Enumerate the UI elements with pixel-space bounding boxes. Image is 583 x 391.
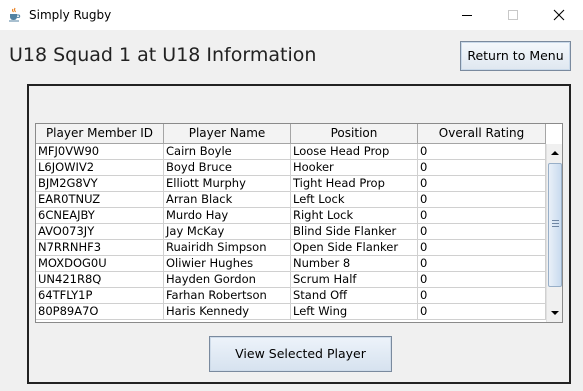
cell-position: Scrum Half <box>291 272 418 287</box>
java-cup-icon <box>7 7 22 22</box>
scroll-thumb[interactable] <box>548 163 562 287</box>
cell-position: Right Lock <box>291 208 418 223</box>
column-header-overall-rating[interactable]: Overall Rating <box>418 124 546 143</box>
cell-member-id: UN421R8Q <box>36 272 164 287</box>
cell-member-id: MFJ0VW90 <box>36 144 164 159</box>
minimize-button[interactable] <box>444 0 490 30</box>
player-table: Player Member ID Player Name Position Ov… <box>35 123 563 323</box>
arrow-down-icon <box>551 311 559 315</box>
cell-member-id: 6CNEAJBY <box>36 208 164 223</box>
cell-overall-rating: 0 <box>418 288 546 303</box>
cell-player-name: Oliwier Hughes <box>164 256 291 271</box>
maximize-button[interactable] <box>490 0 536 30</box>
cell-position: Tight Head Prop <box>291 176 418 191</box>
cell-overall-rating: 0 <box>418 272 546 287</box>
arrow-up-icon <box>551 151 559 155</box>
table-row[interactable]: UN421R8Q Hayden Gordon Scrum Half 0 <box>36 272 546 288</box>
table-row[interactable]: 6CNEAJBY Murdo Hay Right Lock 0 <box>36 208 546 224</box>
cell-player-name: Hayden Gordon <box>164 272 291 287</box>
cell-overall-rating: 0 <box>418 160 546 175</box>
column-header-position[interactable]: Position <box>291 124 418 143</box>
cell-position: Blind Side Flanker <box>291 224 418 239</box>
table-body: MFJ0VW90 Cairn Boyle Loose Head Prop 0 L… <box>36 144 546 320</box>
cell-player-name: Jay McKay <box>164 224 291 239</box>
cell-player-name: Cairn Boyle <box>164 144 291 159</box>
column-header-member-id[interactable]: Player Member ID <box>36 124 164 143</box>
table-row[interactable]: 80P89A7O Haris Kennedy Left Wing 0 <box>36 304 546 320</box>
cell-overall-rating: 0 <box>418 256 546 271</box>
table-row[interactable]: N7RRNHF3 Ruairidh Simpson Open Side Flan… <box>36 240 546 256</box>
cell-position: Stand Off <box>291 288 418 303</box>
table-row[interactable]: EAR0TNUZ Arran Black Left Lock 0 <box>36 192 546 208</box>
cell-member-id: BJM2G8VY <box>36 176 164 191</box>
minimize-icon <box>462 15 472 16</box>
table-row[interactable]: 64TFLY1P Farhan Robertson Stand Off 0 <box>36 288 546 304</box>
page-title: U18 Squad 1 at U18 Information <box>9 44 317 66</box>
grip-icon <box>552 220 559 227</box>
table-row[interactable]: AVO073JY Jay McKay Blind Side Flanker 0 <box>36 224 546 240</box>
scroll-down-button[interactable] <box>547 305 562 322</box>
cell-member-id: AVO073JY <box>36 224 164 239</box>
table-row[interactable]: MFJ0VW90 Cairn Boyle Loose Head Prop 0 <box>36 144 546 160</box>
cell-position: Number 8 <box>291 256 418 271</box>
cell-player-name: Elliott Murphy <box>164 176 291 191</box>
cell-player-name: Murdo Hay <box>164 208 291 223</box>
cell-player-name: Boyd Bruce <box>164 160 291 175</box>
return-to-menu-button[interactable]: Return to Menu <box>460 41 571 71</box>
maximize-icon <box>508 10 518 20</box>
cell-member-id: 80P89A7O <box>36 304 164 319</box>
close-button[interactable] <box>536 0 582 30</box>
view-selected-player-button[interactable]: View Selected Player <box>209 336 392 372</box>
table-row[interactable]: BJM2G8VY Elliott Murphy Tight Head Prop … <box>36 176 546 192</box>
cell-overall-rating: 0 <box>418 208 546 223</box>
cell-overall-rating: 0 <box>418 192 546 207</box>
cell-player-name: Haris Kennedy <box>164 304 291 319</box>
cell-player-name: Arran Black <box>164 192 291 207</box>
cell-member-id: MOXDOG0U <box>36 256 164 271</box>
scroll-up-button[interactable] <box>547 145 562 162</box>
cell-member-id: N7RRNHF3 <box>36 240 164 255</box>
column-header-player-name[interactable]: Player Name <box>164 124 291 143</box>
cell-overall-rating: 0 <box>418 304 546 319</box>
cell-member-id: 64TFLY1P <box>36 288 164 303</box>
table-header: Player Member ID Player Name Position Ov… <box>36 124 546 144</box>
cell-member-id: EAR0TNUZ <box>36 192 164 207</box>
table-row[interactable]: L6JOWIV2 Boyd Bruce Hooker 0 <box>36 160 546 176</box>
cell-overall-rating: 0 <box>418 144 546 159</box>
cell-position: Left Lock <box>291 192 418 207</box>
title-bar: Simply Rugby <box>0 0 583 30</box>
table-row[interactable]: MOXDOG0U Oliwier Hughes Number 8 0 <box>36 256 546 272</box>
cell-overall-rating: 0 <box>418 224 546 239</box>
cell-position: Open Side Flanker <box>291 240 418 255</box>
cell-position: Left Wing <box>291 304 418 319</box>
window-title: Simply Rugby <box>29 8 112 22</box>
cell-player-name: Farhan Robertson <box>164 288 291 303</box>
cell-member-id: L6JOWIV2 <box>36 160 164 175</box>
cell-position: Hooker <box>291 160 418 175</box>
cell-player-name: Ruairidh Simpson <box>164 240 291 255</box>
cell-position: Loose Head Prop <box>291 144 418 159</box>
close-icon <box>553 9 565 21</box>
vertical-scrollbar[interactable] <box>546 144 562 322</box>
cell-overall-rating: 0 <box>418 176 546 191</box>
cell-overall-rating: 0 <box>418 240 546 255</box>
